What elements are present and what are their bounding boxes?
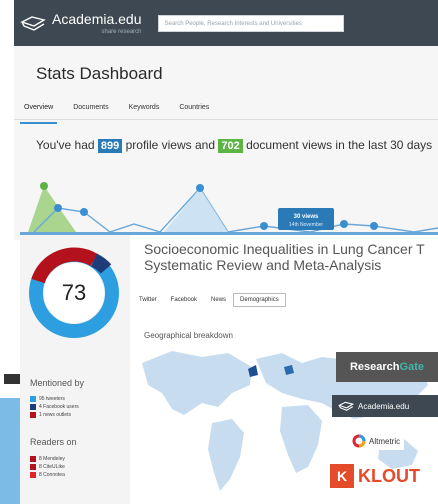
data-point[interactable] <box>370 222 378 230</box>
tab-demographics[interactable]: Demographics <box>233 293 286 307</box>
profile-views-count: 899 <box>97 139 123 153</box>
legend-label: 95 tweeters <box>39 396 65 402</box>
readers-legend: 8 Mendeley 8 CiteULike 8 Connotea <box>30 455 65 479</box>
stats-tabs: Overview Documents Keywords Countries <box>14 100 438 124</box>
legend-label: 8 CiteULike <box>39 464 65 470</box>
tooltip-date: 14th November <box>289 222 324 228</box>
mentioned-legend: 95 tweeters 4 Facebook users 1 news outl… <box>30 395 79 419</box>
blue-area <box>164 188 228 232</box>
academia-stats-panel: Academia.edu share research Search Peopl… <box>14 0 438 240</box>
document-views-count: 702 <box>218 139 243 153</box>
data-point[interactable] <box>340 220 348 228</box>
legend-item[interactable]: 1 news outlets <box>30 411 79 419</box>
paper-title: Socioeconomic Inequalities in Lung Cance… <box>144 241 425 273</box>
data-point[interactable] <box>80 208 88 216</box>
academia-book-icon <box>338 401 354 411</box>
altmetric-badge[interactable]: Altmetric <box>348 432 405 450</box>
legend-item[interactable]: 4 Facebook users <box>30 403 79 411</box>
academia-logo[interactable]: Academia.edu share research <box>20 12 142 35</box>
academia-top-bar: Academia.edu share research Search Peopl… <box>14 0 438 46</box>
tab-documents[interactable]: Documents <box>63 100 118 119</box>
legend-item[interactable]: 95 tweeters <box>30 395 79 403</box>
legend-label: 8 Mendeley <box>39 456 65 462</box>
altmetric-tabs: Twitter Facebook News Demographics <box>132 293 286 307</box>
researchgate-gate-text: Gate <box>399 361 424 373</box>
klout-badge[interactable]: K KLOUT <box>330 464 420 488</box>
summary-prefix: You've had <box>36 138 95 152</box>
views-line-chart: 30 views 14th November <box>28 182 438 233</box>
altmetric-badge-text: Altmetric <box>369 436 401 446</box>
readers-heading: Readers on <box>30 437 77 447</box>
summary-suffix: document views in the last 30 days <box>246 138 433 152</box>
legend-item[interactable]: 8 Connotea <box>30 471 65 479</box>
tab-countries[interactable]: Countries <box>169 100 219 119</box>
academia-tagline: share research <box>101 28 142 35</box>
researchgate-text: Research <box>349 361 400 373</box>
legend-label: 1 news outlets <box>39 412 71 418</box>
legend-swatch <box>30 472 36 478</box>
tab-news[interactable]: News <box>204 293 233 307</box>
legend-swatch <box>30 404 36 410</box>
academia-badge-text: Academia.edu <box>358 401 410 411</box>
altmetric-score: 73 <box>61 280 87 305</box>
page-title: Stats Dashboard <box>36 64 163 83</box>
dark-edge <box>4 374 20 384</box>
legend-item[interactable]: 8 CiteULike <box>30 463 65 471</box>
tab-overview[interactable]: Overview <box>14 100 63 124</box>
academia-book-icon <box>20 16 46 31</box>
paper-title-line-2: Systematic Review and Meta-Analysis <box>144 257 382 273</box>
tooltip-views: 30 views <box>294 214 319 220</box>
legend-swatch <box>30 412 36 418</box>
altmetric-sidebar: 73 Mentioned by 95 tweeters 4 Facebook u… <box>20 235 130 504</box>
tab-facebook[interactable]: Facebook <box>164 293 204 307</box>
legend-label: 4 Facebook users <box>39 404 79 410</box>
summary-middle: profile views and <box>125 138 216 152</box>
data-point[interactable] <box>196 184 204 192</box>
legend-swatch <box>30 464 36 470</box>
legend-swatch <box>30 456 36 462</box>
views-summary: You've had 899 profile views and 702 doc… <box>36 138 432 153</box>
legend-swatch <box>30 396 36 402</box>
mentioned-heading: Mentioned by <box>30 378 85 388</box>
green-point[interactable] <box>40 182 48 190</box>
researchgate-badge[interactable]: Research Gate <box>336 352 438 382</box>
paper-title-line-1: Socioeconomic Inequalities in Lung Cance… <box>144 241 425 257</box>
academia-search-input[interactable]: Search People, Research Interests and Un… <box>157 14 344 32</box>
blue-edge <box>0 398 22 504</box>
academia-brand-name: Academia.edu <box>52 10 142 27</box>
klout-k-icon: K <box>330 464 354 488</box>
tab-twitter[interactable]: Twitter <box>132 293 164 307</box>
data-point[interactable] <box>54 204 62 212</box>
geo-heading: Geographical breakdown <box>144 331 233 340</box>
academia-badge[interactable]: Academia.edu <box>332 395 438 417</box>
tab-keywords[interactable]: Keywords <box>119 100 170 119</box>
klout-text: KLOUT <box>358 465 420 486</box>
legend-label: 8 Connotea <box>39 472 65 478</box>
data-point[interactable] <box>260 222 268 230</box>
legend-item[interactable]: 8 Mendeley <box>30 455 65 463</box>
collage: Academia.edu share research Search Peopl… <box>0 0 438 504</box>
altmetric-ring-icon <box>352 434 366 448</box>
